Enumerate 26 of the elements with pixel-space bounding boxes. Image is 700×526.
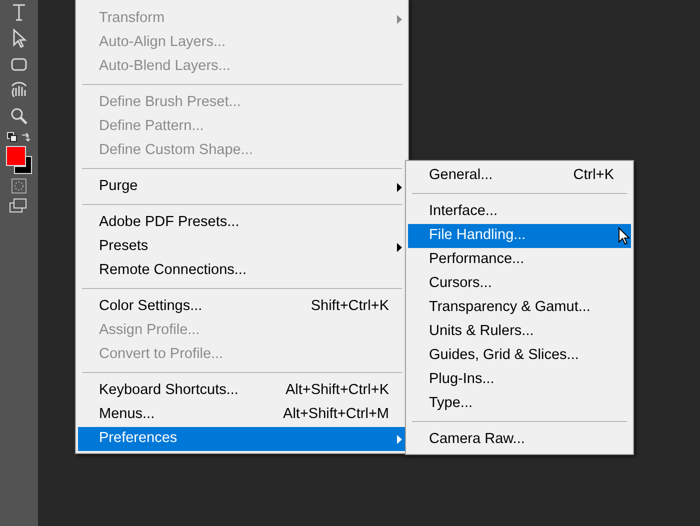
menu-item[interactable]: Interface... — [408, 200, 631, 224]
menu-item[interactable]: Purge — [78, 175, 406, 199]
menu-item[interactable]: Cursors... — [408, 272, 631, 296]
foreground-color-swatch[interactable] — [6, 146, 26, 166]
menu-item[interactable]: Performance... — [408, 248, 631, 272]
background-color-swatch[interactable] — [14, 156, 32, 174]
menu-item[interactable]: Keyboard Shortcuts... Alt+Shift+Ctrl+K — [78, 379, 406, 403]
menu-item[interactable]: Type... — [408, 392, 631, 416]
menu-item[interactable]: File Handling... — [408, 224, 631, 248]
screen-mode-icon[interactable] — [9, 198, 29, 214]
menu-item[interactable]: Units & Rulers... — [408, 320, 631, 344]
swap-colors-icon[interactable] — [21, 132, 31, 142]
menu-item[interactable]: Adobe PDF Presets... — [78, 211, 406, 235]
menu-item[interactable]: Remote Connections... — [78, 259, 406, 283]
menu-item[interactable]: Preferences — [78, 427, 406, 451]
menu-item[interactable]: Plug-Ins... — [408, 368, 631, 392]
menu-item[interactable]: Guides, Grid & Slices... — [408, 344, 631, 368]
menu-item[interactable]: General... Ctrl+K — [408, 164, 631, 188]
mouse-pointer-icon — [618, 227, 630, 245]
menu-item[interactable]: Presets — [78, 235, 406, 259]
menu-item[interactable]: Menus... Alt+Shift+Ctrl+M — [78, 403, 406, 427]
menu-item[interactable]: Transparency & Gamut... — [408, 296, 631, 320]
menu-item[interactable]: Color Settings... Shift+Ctrl+K — [78, 295, 406, 319]
quick-mask-icon[interactable] — [11, 178, 27, 194]
menu-item[interactable]: Camera Raw... — [408, 428, 631, 452]
default-colors-icon[interactable] — [7, 132, 17, 142]
